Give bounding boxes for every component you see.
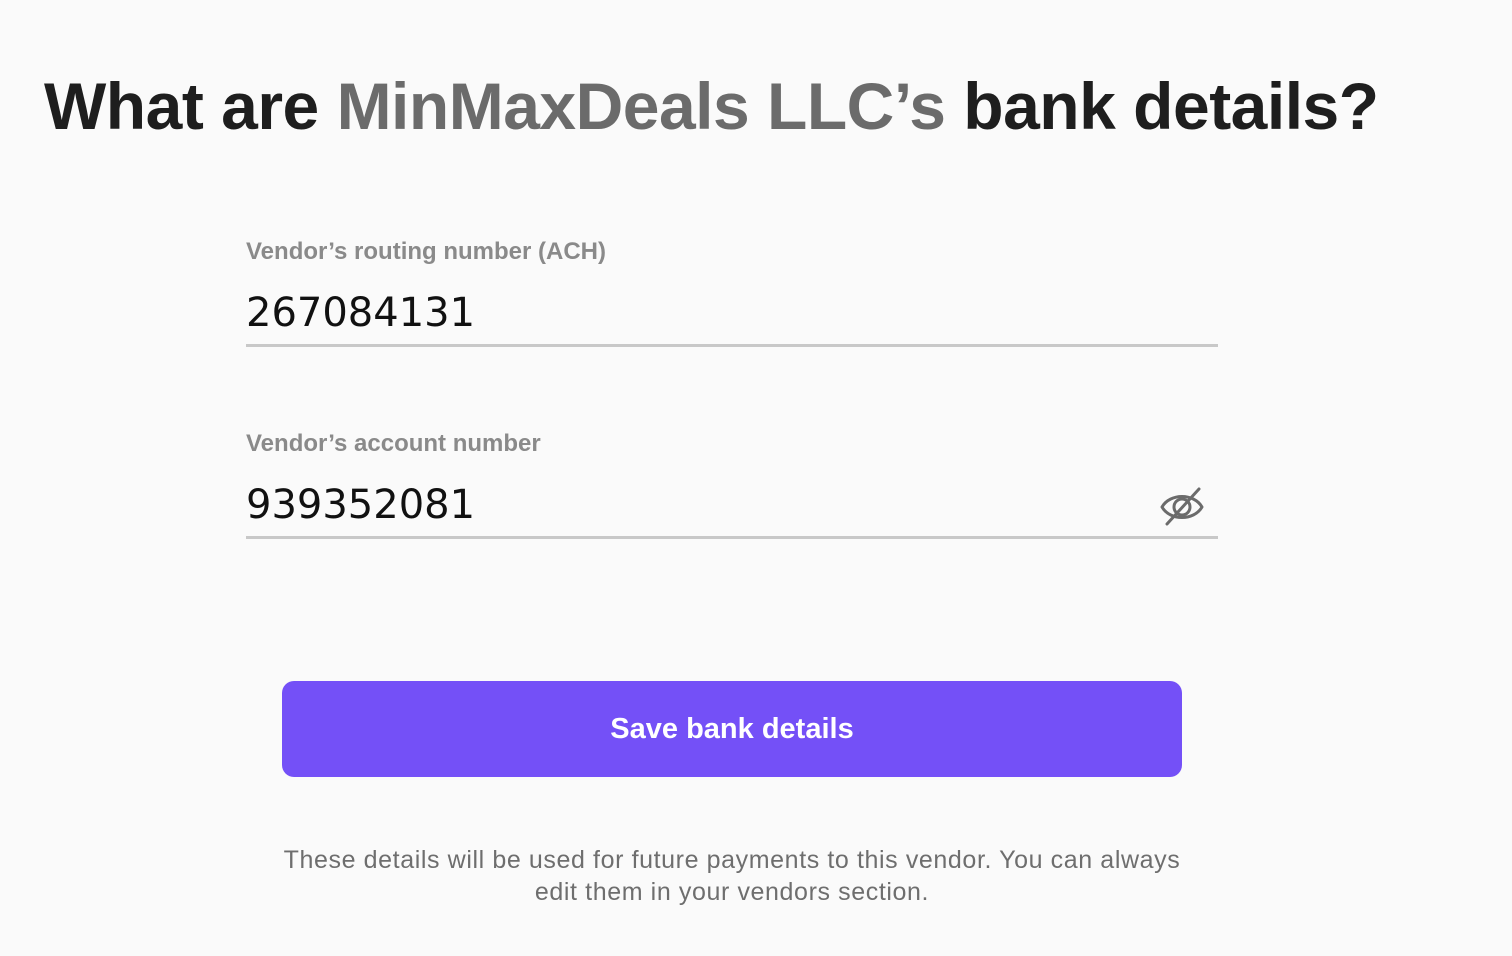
routing-number-input[interactable] — [246, 286, 1126, 340]
bank-details-page: What are MinMaxDeals LLC’s bank details?… — [0, 0, 1512, 956]
page-title: What are MinMaxDeals LLC’s bank details? — [44, 70, 1379, 143]
eye-off-icon — [1160, 487, 1204, 526]
account-number-field: Vendor’s account number — [246, 428, 1218, 539]
account-number-row — [246, 478, 1218, 539]
routing-number-row — [246, 286, 1218, 347]
title-suffix: bank details? — [945, 69, 1379, 143]
vendor-name: MinMaxDeals LLC’s — [336, 69, 946, 143]
routing-number-label: Vendor’s routing number (ACH) — [246, 238, 606, 265]
footnote-text: These details will be used for future pa… — [283, 846, 1181, 906]
save-bank-details-button[interactable]: Save bank details — [282, 681, 1182, 777]
toggle-visibility-button[interactable] — [1158, 484, 1206, 528]
title-prefix: What are — [44, 69, 337, 143]
routing-number-field: Vendor’s routing number (ACH) — [246, 236, 1218, 347]
account-number-label: Vendor’s account number — [246, 430, 541, 457]
account-number-input[interactable] — [246, 478, 1126, 532]
